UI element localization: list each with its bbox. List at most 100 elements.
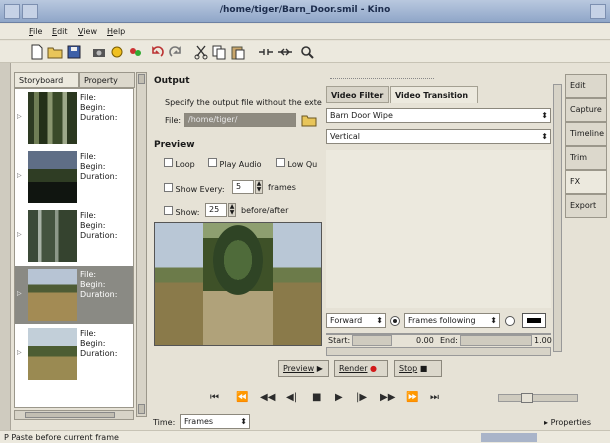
time-format-select[interactable]: Frames ⬍ (180, 414, 250, 429)
show-check[interactable] (164, 206, 173, 215)
color-button[interactable] (522, 313, 546, 328)
low-quality-checkbox[interactable]: Low Qu (276, 158, 317, 169)
start-value: 0.00 (416, 336, 434, 345)
show-every-stepper[interactable]: ▲ ▼ (255, 180, 263, 194)
play-audio-checkbox[interactable]: Play Audio (208, 158, 262, 169)
undo-icon[interactable] (149, 44, 165, 60)
menu-help[interactable]: Help (107, 27, 125, 36)
hscroll-thumb[interactable] (25, 412, 115, 418)
skip-last-icon[interactable]: ⏭ (430, 392, 439, 403)
properties-button[interactable]: ▸ Properties (544, 418, 591, 427)
audio-icon[interactable] (109, 44, 125, 60)
end-slider[interactable] (460, 335, 532, 346)
clip-begin-label: Begin: (80, 339, 106, 348)
paste-icon[interactable] (230, 44, 246, 60)
frames-following-select[interactable]: Frames following ⬍ (404, 313, 500, 328)
loop-checkbox[interactable]: Loop (164, 158, 195, 169)
rewind-icon[interactable]: ◀◀ (260, 392, 275, 403)
scroll-up-arrow[interactable] (138, 74, 145, 84)
storyboard-hscrollbar[interactable] (14, 410, 134, 420)
status-bar: P Paste before current frame (0, 430, 610, 443)
clip-begin-label: Begin: (80, 162, 106, 171)
folder-icon[interactable] (301, 113, 317, 127)
tab-video-transition[interactable]: Video Transition (390, 86, 478, 103)
list-item[interactable]: ▷ File: Begin: Duration: (15, 148, 133, 206)
fast-forward-icon[interactable]: ▶▶ (380, 392, 395, 403)
list-item-selected[interactable]: ▷ File: Begin: Duration: (15, 266, 133, 324)
copy-icon[interactable] (211, 44, 227, 60)
fx-vscrollbar[interactable] (553, 84, 562, 352)
step-forward-icon[interactable]: |▶ (356, 392, 367, 403)
tab-storyboard[interactable]: Storyboard (14, 72, 79, 88)
tab-video-filter[interactable]: Video Filter (326, 86, 389, 103)
split-icon[interactable] (258, 44, 274, 60)
scroll-down-arrow[interactable] (138, 404, 145, 414)
forward-select[interactable]: Forward ⬍ (326, 313, 386, 328)
tab-capture[interactable]: Capture (565, 98, 607, 122)
clip-thumbnail (28, 328, 77, 380)
clip-file-label: File: (80, 329, 97, 338)
properties-icon[interactable] (127, 44, 143, 60)
redo-icon[interactable] (168, 44, 184, 60)
expander-icon[interactable]: ▷ (17, 290, 22, 297)
menu-file[interactable]: File (29, 27, 42, 36)
select-arrow-icon: ⬍ (376, 316, 383, 325)
capture-icon[interactable] (91, 44, 107, 60)
list-item[interactable]: ▷ File: Begin: Duration: (15, 207, 133, 265)
low-quality-check[interactable] (276, 158, 285, 167)
slider-handle[interactable] (521, 393, 533, 403)
zoom-icon[interactable] (299, 44, 315, 60)
show-stepper[interactable]: ▲ ▼ (228, 203, 236, 217)
list-item[interactable]: ▷ File: Begin: Duration: (15, 89, 133, 147)
new-icon[interactable] (29, 44, 45, 60)
file-input[interactable]: /home/tiger/ (184, 113, 296, 127)
show-checkbox[interactable]: Show: (164, 206, 199, 217)
effect-select[interactable]: Barn Door Wipe ⬍ (326, 108, 551, 123)
show-every-checkbox[interactable]: Show Every: (164, 183, 225, 194)
preview-button[interactable]: Preview ▶ (278, 360, 329, 377)
step-back-icon[interactable]: ◀| (286, 392, 297, 403)
tab-edit[interactable]: Edit (565, 74, 607, 98)
tab-export[interactable]: Export (565, 194, 607, 218)
stop-transport-icon[interactable]: ■ (312, 392, 321, 403)
expander-icon[interactable]: ▷ (17, 172, 22, 179)
stop-button[interactable]: Stop ■ (394, 360, 442, 377)
render-button[interactable]: Render ● (334, 360, 388, 377)
show-every-input[interactable]: 5 (232, 180, 254, 194)
join-icon[interactable] (277, 44, 293, 60)
window-close-button[interactable] (590, 4, 606, 19)
clip-duration-label: Duration: (80, 113, 118, 122)
skip-first-icon[interactable]: ⏮ (210, 392, 219, 403)
tab-property[interactable]: Property (79, 72, 135, 88)
show-every-check[interactable] (164, 183, 173, 192)
frames-following-radio[interactable] (390, 316, 400, 326)
show-input[interactable]: 25 (205, 203, 227, 217)
storyboard-tabs: Storyboard Property (14, 72, 145, 88)
color-radio[interactable] (505, 316, 515, 326)
loop-check[interactable] (164, 158, 173, 167)
cut-icon[interactable] (193, 44, 209, 60)
tab-trim[interactable]: Trim (565, 146, 607, 170)
drag-handle[interactable] (330, 78, 434, 82)
expander-icon[interactable]: ▷ (17, 231, 22, 238)
storyboard-scrollbar[interactable] (136, 72, 147, 417)
expander-icon[interactable]: ▷ (17, 349, 22, 356)
tab-timeline[interactable]: Timeline (565, 122, 607, 146)
save-icon[interactable] (66, 44, 82, 60)
menu-edit[interactable]: Edit (52, 27, 68, 36)
skip-forward-icon[interactable]: ⏩ (406, 392, 418, 403)
fx-hscrollbar[interactable] (326, 347, 551, 356)
start-slider[interactable] (352, 335, 392, 346)
open-icon[interactable] (47, 44, 63, 60)
expander-icon[interactable]: ▷ (17, 113, 22, 120)
play-audio-check[interactable] (208, 158, 217, 167)
menu-view[interactable]: View (78, 27, 97, 36)
skip-back-icon[interactable]: ⏪ (236, 392, 248, 403)
direction-select[interactable]: Vertical ⬍ (326, 129, 551, 144)
position-slider[interactable] (498, 393, 578, 403)
storyboard-list[interactable]: ▷ File: Begin: Duration: ▷ File: Begin: Dura… (14, 88, 134, 408)
window-left-edge (0, 63, 11, 430)
list-item[interactable]: ▷ File: Begin: Duration: (15, 325, 133, 383)
tab-fx[interactable]: FX (565, 170, 607, 194)
play-transport-icon[interactable]: ▶ (335, 392, 343, 403)
